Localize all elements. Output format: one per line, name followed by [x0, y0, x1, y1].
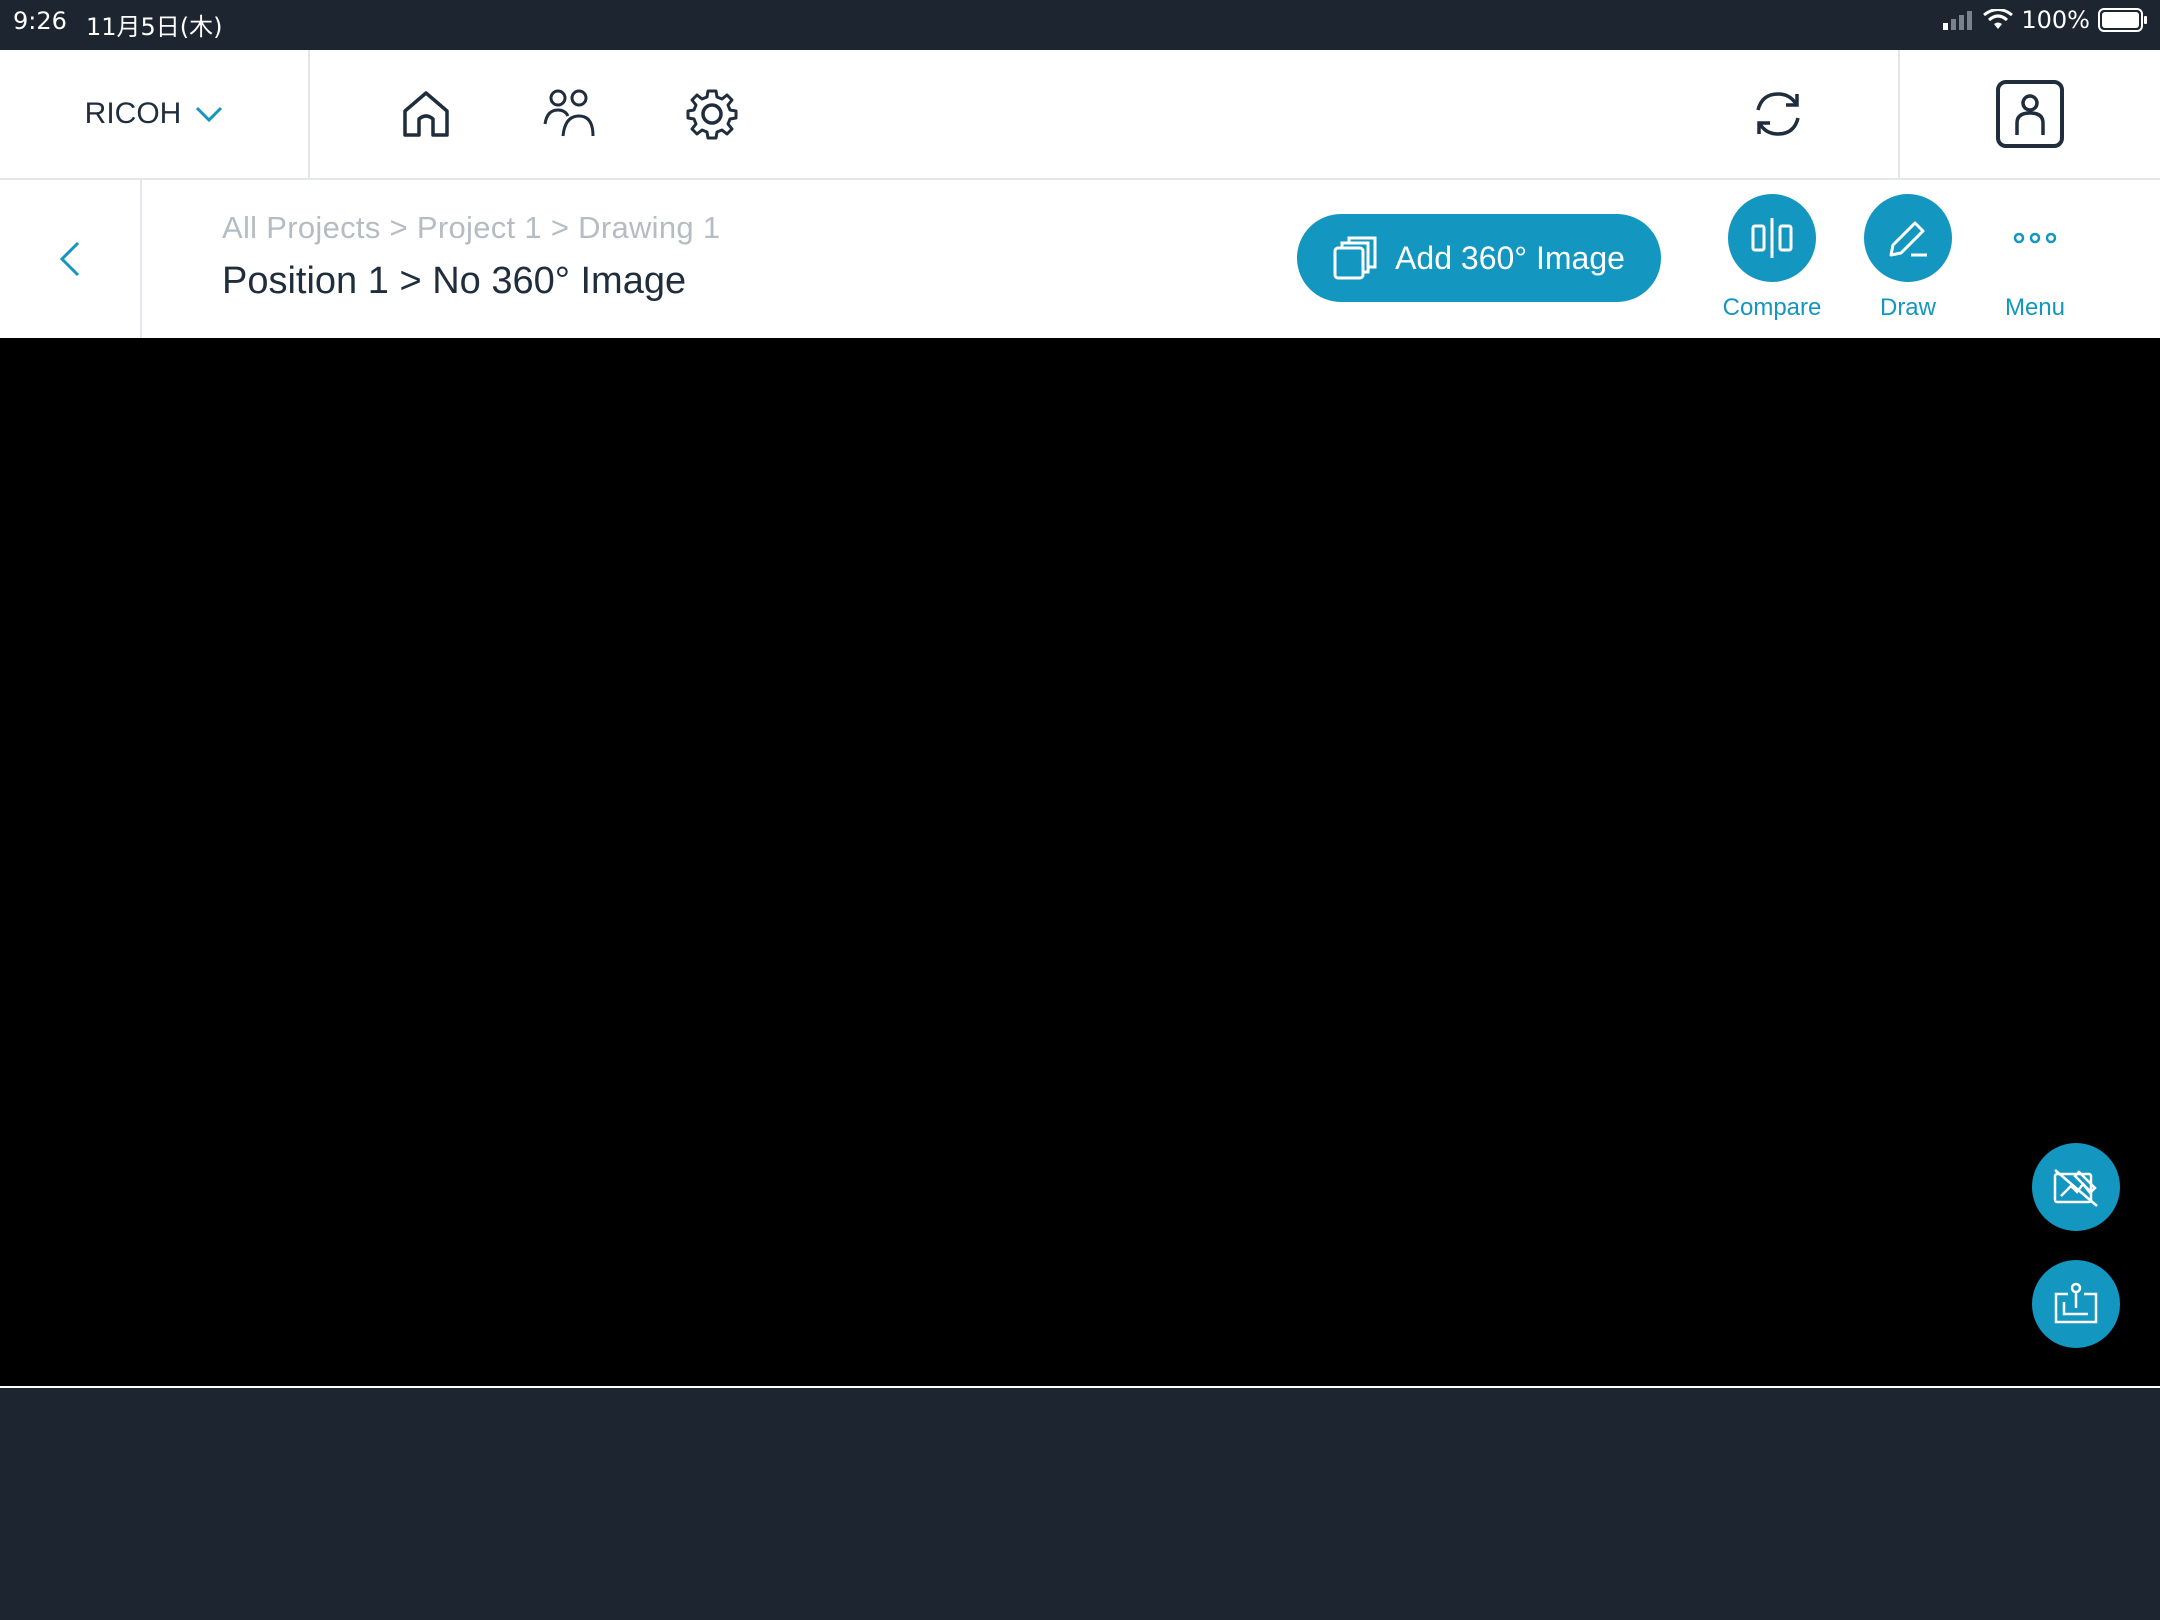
more-dots-icon	[2013, 232, 2057, 244]
brand-selector[interactable]: RICOH	[0, 50, 310, 178]
compare-circle	[1728, 194, 1816, 282]
status-bar: 9:26 11月5日(木) 100%	[0, 0, 2160, 50]
hide-markup-icon	[2053, 1169, 2098, 1207]
floor-plan-button[interactable]	[2032, 1260, 2120, 1348]
home-button[interactable]	[395, 83, 457, 145]
chevron-left-icon	[59, 241, 80, 277]
sub-header: All Projects > Project 1 > Drawing 1 Pos…	[0, 180, 2160, 338]
draw-circle	[1864, 194, 1952, 282]
people-button[interactable]	[538, 83, 600, 145]
chevron-down-icon	[196, 106, 223, 123]
draw-button[interactable]: Draw	[1843, 194, 1973, 322]
top-nav-bar: RICOH	[0, 50, 2160, 180]
settings-button[interactable]	[681, 83, 743, 145]
battery-percent: 100%	[2021, 6, 2090, 34]
back-button[interactable]	[0, 180, 142, 338]
image-viewer[interactable]	[0, 338, 2160, 1388]
profile-area	[1898, 50, 2160, 178]
pencil-icon	[1889, 221, 1927, 257]
brand-name: RICOH	[84, 97, 182, 130]
profile-button[interactable]	[1996, 80, 2064, 148]
profile-icon	[2015, 94, 2045, 135]
gear-icon	[686, 89, 738, 140]
compare-icon	[1751, 218, 1793, 258]
add-360-image-label: Add 360° Image	[1395, 239, 1625, 276]
compare-button[interactable]: Compare	[1707, 194, 1837, 322]
home-icon	[403, 91, 449, 137]
menu-dots	[1991, 194, 2079, 282]
add-360-image-button[interactable]: Add 360° Image	[1297, 214, 1661, 302]
status-time: 9:26	[13, 7, 67, 35]
floor-plan-pin-icon	[2054, 1282, 2098, 1324]
people-icon	[543, 89, 595, 137]
battery-icon	[2098, 8, 2147, 32]
draw-label: Draw	[1879, 294, 1936, 321]
bottom-panel	[0, 1390, 2160, 1620]
breadcrumb[interactable]: All Projects > Project 1 > Drawing 1	[222, 210, 720, 246]
signal-icon	[1943, 11, 1973, 30]
wifi-icon	[1983, 9, 2014, 29]
status-date: 11月5日(木)	[86, 13, 223, 41]
sync-button[interactable]	[1747, 83, 1809, 145]
menu-label: Menu	[2004, 294, 2066, 321]
sync-icon	[1756, 92, 1800, 136]
status-indicators: 100%	[1943, 6, 2148, 34]
menu-button[interactable]: Menu	[1970, 194, 2100, 322]
hide-markup-button[interactable]	[2032, 1143, 2120, 1231]
compare-label: Compare	[1722, 294, 1822, 321]
image-stack-icon	[1333, 236, 1377, 280]
page-title: Position 1 > No 360° Image	[222, 260, 687, 302]
